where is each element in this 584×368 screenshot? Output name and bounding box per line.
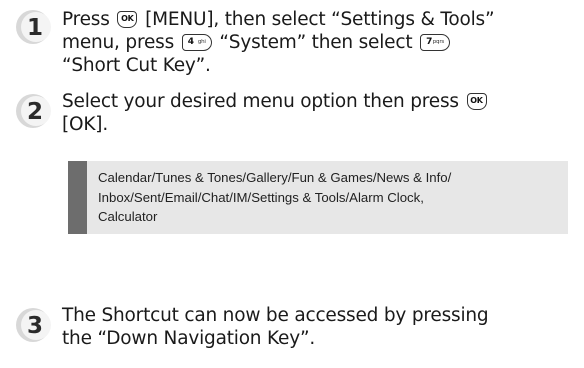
step-number-badge: 1 (14, 8, 52, 46)
step-number-badge: 2 (14, 92, 52, 130)
step-1-line-1: Press OK [MENU], then select “Settings &… (62, 8, 578, 31)
key-label: 4 (187, 37, 194, 47)
text: menu, press (62, 32, 175, 53)
step-number: 3 (27, 313, 43, 339)
ok-key-icon: OK (466, 93, 487, 110)
step-number: 1 (27, 15, 43, 41)
step-2-text: Select your desired menu option then pre… (62, 90, 578, 136)
key-7-pqrs-icon: 7 pqrs (420, 34, 451, 51)
text: Select your desired menu option then pre… (62, 91, 459, 112)
note-line-1: Calendar/Tunes & Tones/Gallery/Fun & Gam… (98, 170, 452, 185)
numbered-circle-icon: 3 (16, 308, 51, 342)
text: Press (62, 9, 110, 30)
step-1-line-3: “Short Cut Key”. (62, 55, 211, 76)
note-accent-bar (68, 161, 87, 234)
step-number-badge: 3 (14, 306, 52, 344)
text: “System” then select (219, 32, 413, 53)
ok-key-icon: OK (117, 11, 138, 28)
text: [MENU], then select “Settings & Tools” (145, 9, 495, 30)
key-sub-label: pqrs (432, 39, 445, 45)
numbered-circle-icon: 2 (16, 94, 51, 128)
note-line-3: Calculator (98, 209, 158, 224)
key-label: OK (470, 96, 483, 105)
key-sub-label: ghi (197, 39, 206, 45)
step-2-line-2: [OK]. (62, 114, 109, 135)
key-4-ghi-icon: 4 ghi (181, 34, 212, 51)
key-label: OK (121, 14, 134, 23)
note-text: Calendar/Tunes & Tones/Gallery/Fun & Gam… (98, 168, 562, 227)
step-1-text: Press OK [MENU], then select “Settings &… (62, 8, 578, 77)
step-2-line-1: Select your desired menu option then pre… (62, 90, 578, 113)
note-line-2: Inbox/Sent/Email/Chat/IM/Settings & Tool… (98, 189, 424, 205)
step-1-line-2: menu, press 4 ghi “System” then select 7p… (62, 31, 578, 54)
step-3-line-2: the “Down Navigation Key”. (62, 328, 316, 349)
step-number: 2 (27, 99, 43, 125)
menu-options-note: Calendar/Tunes & Tones/Gallery/Fun & Gam… (68, 161, 568, 234)
step-3-text: The Shortcut can now be accessed by pres… (62, 304, 578, 350)
step-3-line-1: The Shortcut can now be accessed by pres… (62, 305, 489, 326)
numbered-circle-icon: 1 (16, 10, 51, 44)
